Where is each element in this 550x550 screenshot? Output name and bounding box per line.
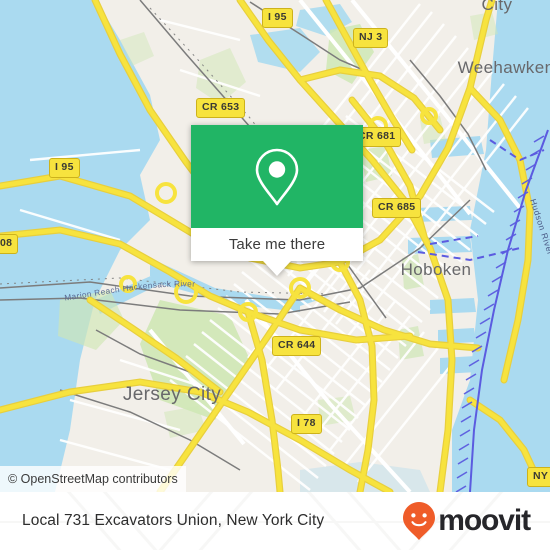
map-canvas[interactable]: City Weehawken Hoboken Jersey City Hudso… (0, 0, 550, 492)
moovit-wordmark: moovit (438, 504, 531, 537)
take-me-there-label: Take me there (228, 236, 326, 253)
moovit-logo[interactable]: moovit (402, 501, 531, 541)
map-pin-icon (191, 125, 363, 228)
route-shield[interactable]: CR 644 (272, 336, 322, 356)
route-shield[interactable]: I 95 (262, 8, 293, 28)
map-label-jersey-city: Jersey City (123, 384, 221, 405)
map-label-union-city: City (482, 0, 513, 14)
route-shield[interactable]: NY (527, 467, 550, 487)
take-me-there-button[interactable]: Take me there (191, 228, 363, 261)
attribution-text: © OpenStreetMap contributors (8, 472, 178, 486)
callout-tail (263, 261, 291, 276)
map-label-hoboken: Hoboken (401, 260, 472, 279)
route-shield[interactable]: CR 653 (196, 98, 246, 118)
moovit-smiley-pin-icon (403, 502, 436, 540)
route-shield[interactable]: I 95 (49, 158, 80, 178)
moovit-map-screenshot: City Weehawken Hoboken Jersey City Hudso… (0, 0, 550, 550)
route-shield[interactable]: CR 685 (372, 198, 422, 218)
location-callout-card[interactable]: Take me there (191, 125, 363, 276)
route-shield[interactable]: NJ 3 (353, 28, 389, 48)
map-label-weehawken: Weehawken (458, 58, 550, 77)
place-title: Local 731 Excavators Union, New York Cit… (22, 512, 325, 529)
callout-header (191, 125, 363, 228)
map-attribution[interactable]: © OpenStreetMap contributors (0, 466, 186, 492)
route-shield[interactable]: 08 (0, 234, 19, 254)
route-shield[interactable]: I 78 (291, 414, 322, 434)
footer-bar: Local 731 Excavators Union, New York Cit… (0, 492, 550, 550)
